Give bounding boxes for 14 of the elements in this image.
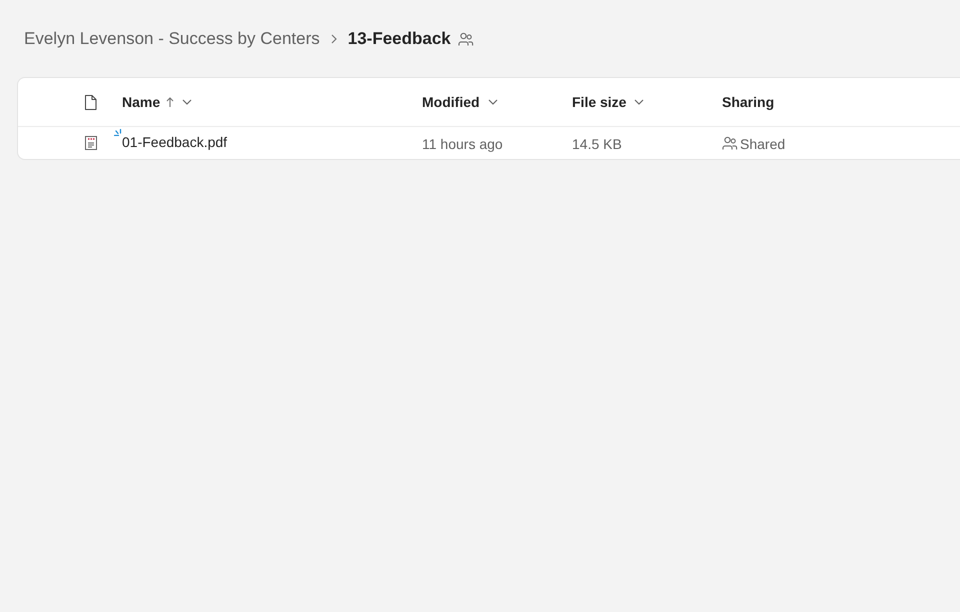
chevron-right-icon [330, 34, 337, 44]
file-name-link[interactable]: 01-Feedback.pdf [122, 134, 228, 150]
column-header[interactable]: File size [572, 92, 644, 112]
modified-cell-text: 11 hours ago [422, 134, 503, 154]
file-size-cell-text: 14.5 KB [572, 134, 622, 154]
pdf-file-icon [84, 135, 98, 151]
sharing-status: Shared [740, 134, 786, 154]
breadcrumb-link[interactable]: Evelyn Levenson - Success by Centers [24, 26, 320, 52]
people-icon [722, 136, 738, 150]
column-header[interactable]: Modified [422, 92, 498, 112]
document-icon [84, 94, 98, 110]
column-header[interactable]: Name [122, 92, 192, 112]
column-header[interactable]: Sharing [722, 92, 774, 112]
folder-title: 13-Feedback [348, 28, 451, 50]
